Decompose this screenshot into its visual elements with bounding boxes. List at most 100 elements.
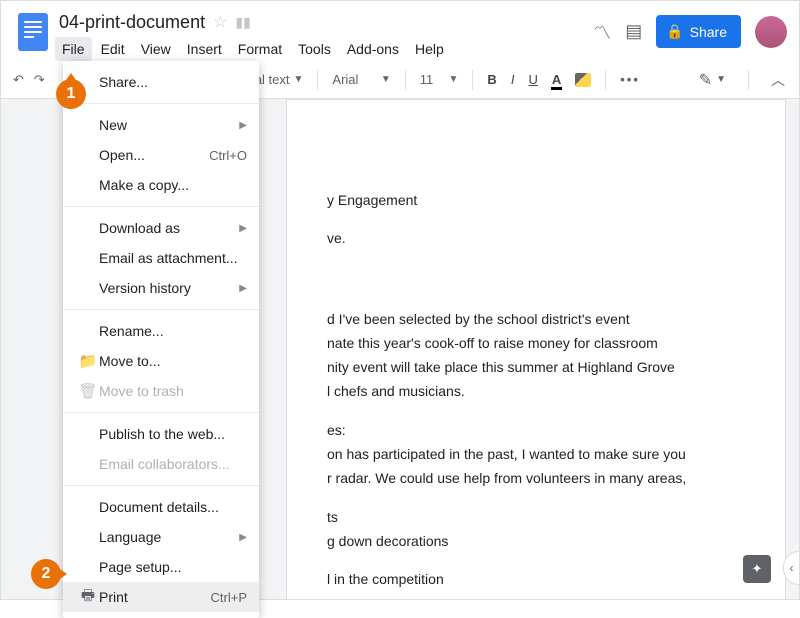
file-menu-open[interactable]: Open...Ctrl+O	[63, 140, 259, 170]
document-page[interactable]: y Engagement ve. d I've been selected by t…	[286, 99, 786, 599]
menu-insert[interactable]: Insert	[180, 37, 229, 61]
caret-down-icon: ▼	[716, 74, 726, 85]
caret-down-icon: ▼	[449, 74, 459, 85]
menu-item-label: Move to trash	[99, 383, 247, 399]
file-menu-version-history[interactable]: Version history ▶	[63, 273, 259, 303]
highlighter-icon	[575, 73, 591, 87]
font-size-select[interactable]: 11 ▼	[420, 72, 459, 87]
file-menu-print[interactable]: 🖶PrintCtrl+P	[63, 582, 259, 612]
pencil-icon: ✎	[699, 70, 712, 90]
document-title[interactable]: 04-print-document	[59, 12, 205, 33]
logo-area	[13, 9, 53, 51]
menu-item-label: Print	[99, 589, 211, 605]
lock-icon: 🔒	[666, 23, 683, 40]
doc-text-line: r radar. We could use help from voluntee…	[327, 468, 745, 488]
file-menu-move-to-trash: 🗑Move to trash	[63, 376, 259, 406]
file-menu-language[interactable]: Language ▶	[63, 522, 259, 552]
callout-2: 2	[31, 559, 61, 589]
redo-button[interactable]: ↷	[34, 72, 45, 88]
menu-file[interactable]: File	[55, 37, 92, 61]
caret-down-icon: ▼	[381, 74, 391, 85]
menu-shortcut: Ctrl+O	[209, 148, 247, 163]
editing-mode-button[interactable]: ✎ ▼	[699, 70, 726, 90]
menu-tools[interactable]: Tools	[291, 37, 338, 61]
comments-icon[interactable]: ▤	[625, 21, 642, 42]
header-right: 〽 ▤ 🔒 Share	[593, 9, 787, 48]
menu-item-label: New	[99, 117, 235, 133]
menu-item-label: Language	[99, 529, 235, 545]
hide-menus-button[interactable]: ︿	[771, 70, 785, 90]
more-toolbar-button[interactable]: •••	[620, 72, 640, 87]
trending-icon[interactable]: 〽	[593, 19, 611, 45]
caret-down-icon: ▼	[294, 74, 304, 85]
menu-item-label: Page setup...	[99, 559, 247, 575]
callout-1: 1	[56, 79, 86, 109]
file-menu-rename[interactable]: Rename...	[63, 316, 259, 346]
menu-item-label: Email collaborators...	[99, 456, 247, 472]
doc-text-line: d I've been selected by the school distr…	[327, 309, 745, 329]
docs-logo-icon[interactable]	[18, 13, 48, 51]
doc-text-line: y Engagement	[327, 190, 745, 210]
doc-text-line: ve.	[327, 228, 745, 248]
file-menu-download-as[interactable]: Download as ▶	[63, 213, 259, 243]
highlight-button[interactable]	[575, 73, 591, 87]
bold-button[interactable]: B	[487, 72, 496, 87]
share-label: Share	[690, 24, 727, 40]
file-menu-move-to[interactable]: 📁Move to...	[63, 346, 259, 376]
doc-text-line: l chefs and musicians.	[327, 381, 745, 401]
file-menu-email-as-attachment[interactable]: Email as attachment...	[63, 243, 259, 273]
menu-view[interactable]: View	[134, 37, 178, 61]
file-menu-new[interactable]: New ▶	[63, 110, 259, 140]
file-menu-make-a-copy[interactable]: Make a copy...	[63, 170, 259, 200]
move-folder-icon[interactable]: ▮▮	[235, 14, 250, 31]
menu-shortcut: Ctrl+P	[211, 590, 247, 605]
trash-icon: 🗑	[77, 382, 99, 400]
app-header: 04-print-document ☆ ▮▮ File Edit View In…	[1, 1, 799, 61]
menu-edit[interactable]: Edit	[94, 37, 132, 61]
share-button[interactable]: 🔒 Share	[656, 15, 741, 48]
file-menu-email-collaborators: Email collaborators...	[63, 449, 259, 479]
submenu-arrow-icon: ▶	[239, 283, 247, 294]
text-color-button[interactable]: A	[552, 72, 561, 87]
menu-item-label: Share...	[99, 74, 247, 90]
print-icon: 🖶	[77, 585, 99, 610]
star-icon[interactable]: ☆	[213, 12, 227, 32]
submenu-arrow-icon: ▶	[239, 223, 247, 234]
menu-help[interactable]: Help	[408, 37, 451, 61]
doc-text-line: g down decorations	[327, 531, 745, 551]
menu-item-label: Document details...	[99, 499, 247, 515]
menu-addons[interactable]: Add-ons	[340, 37, 406, 61]
file-menu-dropdown: Share... New ▶ Open...Ctrl+O Make a copy... D…	[63, 61, 259, 618]
doc-text-line: nity event will take place this summer a…	[327, 357, 745, 377]
doc-text-line: ts	[327, 507, 745, 527]
file-menu-share[interactable]: Share...	[63, 67, 259, 97]
menu-item-label: Make a copy...	[99, 177, 247, 193]
title-area: 04-print-document ☆ ▮▮ File Edit View In…	[53, 9, 593, 61]
menu-item-label: Version history	[99, 280, 235, 296]
folder-icon: 📁	[77, 352, 99, 370]
menu-item-label: Rename...	[99, 323, 247, 339]
explore-button[interactable]: ✦	[743, 555, 771, 583]
doc-text-line: es:	[327, 420, 745, 440]
menu-item-label: Download as	[99, 220, 235, 236]
submenu-arrow-icon: ▶	[239, 532, 247, 543]
file-menu-document-details[interactable]: Document details...	[63, 492, 259, 522]
menu-bar: File Edit View Insert Format Tools Add-o…	[53, 37, 593, 61]
file-menu-publish-to-the-web[interactable]: Publish to the web...	[63, 419, 259, 449]
font-family-select[interactable]: Arial ▼	[332, 72, 390, 87]
font-size-label: 11	[420, 72, 434, 87]
submenu-arrow-icon: ▶	[239, 120, 247, 131]
menu-item-label: Email as attachment...	[99, 250, 247, 266]
doc-text-line: nate this year's cook-off to raise money…	[327, 333, 745, 353]
paragraph-style-select[interactable]: al text ▼	[255, 72, 304, 87]
avatar[interactable]	[755, 16, 787, 48]
doc-text-line: on has participated in the past, I wante…	[327, 444, 745, 464]
file-menu-page-setup[interactable]: Page setup...	[63, 552, 259, 582]
undo-button[interactable]: ↶	[13, 72, 24, 88]
italic-button[interactable]: I	[511, 72, 515, 87]
underline-button[interactable]: U	[528, 72, 537, 87]
menu-item-label: Publish to the web...	[99, 426, 247, 442]
menu-format[interactable]: Format	[231, 37, 289, 61]
menu-item-label: Move to...	[99, 353, 247, 369]
style-label: al text	[255, 72, 290, 87]
